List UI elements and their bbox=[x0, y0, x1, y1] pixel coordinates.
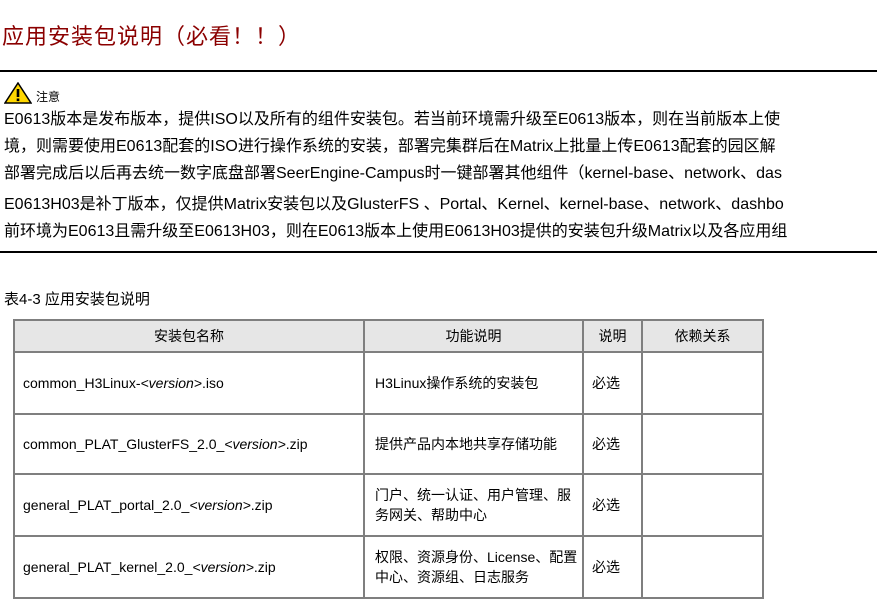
note-line: 境，则需要使用E0613配套的ISO进行操作系统的安装，部署完集群后在Matri… bbox=[4, 138, 776, 155]
table-row: common_H3Linux-<version>.iso H3Linux操作系统… bbox=[13, 351, 764, 415]
note-line: 前环境为E0613且需升级至E0613H03，则在E0613版本上使用E0613… bbox=[4, 223, 788, 240]
package-name-prefix: general_PLAT_kernel_2.0_ bbox=[23, 559, 193, 575]
dependency-cell bbox=[641, 473, 764, 537]
function-cell: 权限、资源身份、License、配置中心、资源组、日志服务 bbox=[363, 535, 584, 599]
note-cell: 必选 bbox=[582, 535, 643, 599]
table-row: general_PLAT_portal_2.0_<version>.zip 门户… bbox=[13, 473, 764, 537]
note-line: E0613H03是补丁版本，仅提供Matrix安装包以及GlusterFS 、P… bbox=[4, 196, 784, 213]
package-version: <version> bbox=[140, 375, 202, 391]
package-version: <version> bbox=[192, 559, 254, 575]
package-name-prefix: common_H3Linux- bbox=[23, 375, 141, 391]
column-header-name: 安装包名称 bbox=[13, 319, 365, 353]
table-row: general_PLAT_kernel_2.0_<version>.zip 权限… bbox=[13, 535, 764, 599]
note-line: E0613版本是发布版本，提供ISO以及所有的组件安装包。若当前环境需升级至E0… bbox=[4, 111, 781, 128]
note-top-rule bbox=[0, 70, 877, 72]
note-cell: 必选 bbox=[582, 413, 643, 475]
function-cell: H3Linux操作系统的安装包 bbox=[363, 351, 584, 415]
package-name-suffix: .zip bbox=[285, 436, 308, 452]
dependency-cell bbox=[641, 535, 764, 599]
note-line: 部署完成后以后再去统一数字底盘部署SeerEngine-Campus时一键部署其… bbox=[4, 165, 782, 182]
note-cell: 必选 bbox=[582, 351, 643, 415]
package-name-suffix: .zip bbox=[250, 497, 273, 513]
package-name-prefix: general_PLAT_portal_2.0_ bbox=[23, 497, 190, 513]
note-header: 注意 bbox=[4, 82, 60, 104]
table-row: common_PLAT_GlusterFS_2.0_<version>.zip … bbox=[13, 413, 764, 475]
dependency-cell bbox=[641, 413, 764, 475]
column-header-note: 说明 bbox=[582, 319, 643, 353]
package-name-cell: common_H3Linux-<version>.iso bbox=[13, 351, 365, 415]
package-name-prefix: common_PLAT_GlusterFS_2.0_ bbox=[23, 436, 225, 452]
function-cell: 提供产品内本地共享存储功能 bbox=[363, 413, 584, 475]
warning-icon bbox=[4, 82, 32, 104]
note-cell: 必选 bbox=[582, 473, 643, 537]
dependency-cell bbox=[641, 351, 764, 415]
package-table: 安装包名称 功能说明 说明 依赖关系 common_H3Linux-<versi… bbox=[13, 319, 764, 599]
table-header-row: 安装包名称 功能说明 说明 依赖关系 bbox=[13, 319, 764, 353]
package-name-cell: general_PLAT_portal_2.0_<version>.zip bbox=[13, 473, 365, 537]
column-header-dependency: 依赖关系 bbox=[641, 319, 764, 353]
page-title: 应用安装包说明（必看！！） bbox=[2, 24, 302, 49]
note-bottom-rule bbox=[0, 251, 877, 253]
column-header-function: 功能说明 bbox=[363, 319, 584, 353]
package-version: <version> bbox=[189, 497, 251, 513]
package-name-suffix: .zip bbox=[253, 559, 276, 575]
package-version: <version> bbox=[224, 436, 286, 452]
package-name-suffix: .iso bbox=[201, 375, 224, 391]
table-caption: 表4-3 应用安装包说明 bbox=[4, 291, 150, 308]
function-cell: 门户、统一认证、用户管理、服务网关、帮助中心 bbox=[363, 473, 584, 537]
package-name-cell: common_PLAT_GlusterFS_2.0_<version>.zip bbox=[13, 413, 365, 475]
package-name-cell: general_PLAT_kernel_2.0_<version>.zip bbox=[13, 535, 365, 599]
note-label: 注意 bbox=[36, 90, 61, 104]
